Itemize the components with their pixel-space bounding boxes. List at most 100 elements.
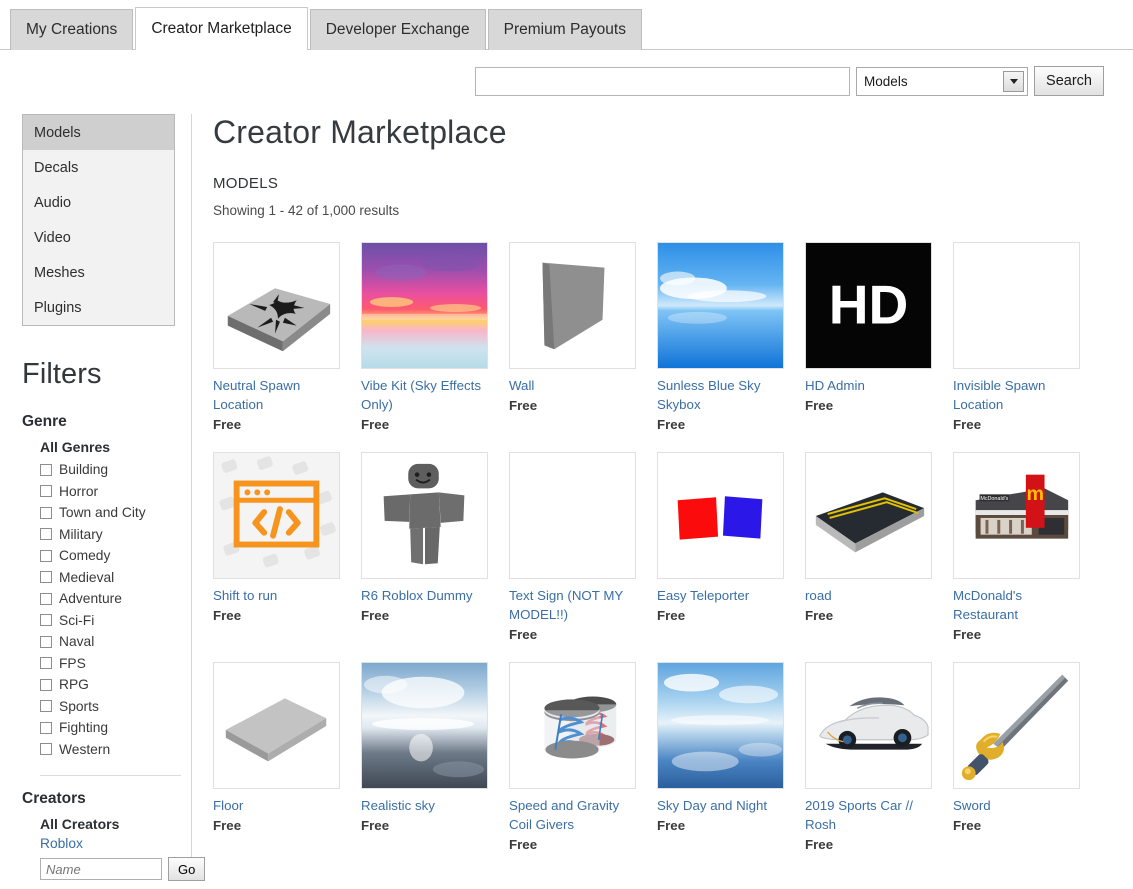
creator-link-roblox[interactable]: Roblox: [22, 836, 181, 851]
item-card[interactable]: Neutral Spawn Location Free: [213, 242, 361, 434]
item-card[interactable]: Shift to run Free: [213, 452, 361, 644]
road-thumb[interactable]: [805, 452, 932, 579]
item-card[interactable]: Vibe Kit (Sky Effects Only) Free: [361, 242, 509, 434]
checkbox-icon[interactable]: [40, 463, 52, 476]
dummy-thumb[interactable]: [361, 452, 488, 579]
spawn-location-thumb[interactable]: [213, 242, 340, 369]
genre-option-naval[interactable]: Naval: [40, 631, 181, 653]
item-title-link[interactable]: Realistic sky: [361, 796, 491, 815]
item-card[interactable]: Floor Free: [213, 662, 361, 854]
checkbox-icon[interactable]: [40, 635, 52, 648]
tab-creator-marketplace[interactable]: Creator Marketplace: [135, 7, 308, 50]
mcdonalds-thumb[interactable]: m McDonald's: [953, 452, 1080, 579]
chevron-down-icon[interactable]: [1003, 70, 1025, 92]
item-title-link[interactable]: road: [805, 586, 935, 605]
checkbox-icon[interactable]: [40, 700, 52, 713]
search-button[interactable]: Search: [1034, 66, 1104, 96]
genre-option-western[interactable]: Western: [40, 739, 181, 761]
realistic-sky-thumb[interactable]: [361, 662, 488, 789]
vibe-sky-thumb[interactable]: [361, 242, 488, 369]
all-genres-label[interactable]: All Genres: [22, 439, 181, 455]
floor-thumb[interactable]: [213, 662, 340, 789]
item-title-link[interactable]: Invisible Spawn Location: [953, 376, 1083, 414]
item-card[interactable]: Text Sign (NOT MY MODEL!!) Free: [509, 452, 657, 644]
checkbox-icon[interactable]: [40, 506, 52, 519]
item-title-link[interactable]: Floor: [213, 796, 343, 815]
checkbox-icon[interactable]: [40, 549, 52, 562]
creator-name-input[interactable]: [40, 858, 162, 880]
item-card[interactable]: Speed and Gravity Coil Givers Free: [509, 662, 657, 854]
item-card[interactable]: R6 Roblox Dummy Free: [361, 452, 509, 644]
item-title-link[interactable]: McDonald's Restaurant: [953, 586, 1083, 624]
item-title-link[interactable]: Sword: [953, 796, 1083, 815]
item-title-link[interactable]: Sunless Blue Sky Skybox: [657, 376, 787, 414]
genre-option-military[interactable]: Military: [40, 524, 181, 546]
tab-developer-exchange[interactable]: Developer Exchange: [309, 9, 486, 50]
genre-option-adventure[interactable]: Adventure: [40, 588, 181, 610]
item-title-link[interactable]: Sky Day and Night: [657, 796, 787, 815]
item-title-link[interactable]: Vibe Kit (Sky Effects Only): [361, 376, 491, 414]
item-title-link[interactable]: Wall: [509, 376, 639, 395]
item-title-link[interactable]: Shift to run: [213, 586, 343, 605]
wall-thumb[interactable]: [509, 242, 636, 369]
sidebar-item-plugins[interactable]: Plugins: [23, 290, 174, 325]
genre-option-fighting[interactable]: Fighting: [40, 717, 181, 739]
blank-thumb[interactable]: [509, 452, 636, 579]
sidebar-item-meshes[interactable]: Meshes: [23, 255, 174, 290]
checkbox-icon[interactable]: [40, 657, 52, 670]
search-category-select[interactable]: Models: [856, 66, 1029, 96]
item-card[interactable]: Invisible Spawn Location Free: [953, 242, 1101, 434]
sword-thumb[interactable]: [953, 662, 1080, 789]
genre-option-sports[interactable]: Sports: [40, 696, 181, 718]
sidebar-item-audio[interactable]: Audio: [23, 185, 174, 220]
blank-thumb[interactable]: [953, 242, 1080, 369]
genre-option-rpg[interactable]: RPG: [40, 674, 181, 696]
sports-car-thumb[interactable]: [805, 662, 932, 789]
item-card[interactable]: Wall Free: [509, 242, 657, 434]
item-card[interactable]: m McDonald's McDonald's Restaurant Free: [953, 452, 1101, 644]
sidebar-item-decals[interactable]: Decals: [23, 150, 174, 185]
checkbox-icon[interactable]: [40, 485, 52, 498]
genre-option-building[interactable]: Building: [40, 459, 181, 481]
item-card[interactable]: Realistic sky Free: [361, 662, 509, 854]
checkbox-icon[interactable]: [40, 614, 52, 627]
coil-givers-thumb[interactable]: [509, 662, 636, 789]
genre-option-fps[interactable]: FPS: [40, 653, 181, 675]
genre-option-sci-fi[interactable]: Sci-Fi: [40, 610, 181, 632]
checkbox-icon[interactable]: [40, 678, 52, 691]
item-card[interactable]: Sunless Blue Sky Skybox Free: [657, 242, 805, 434]
genre-option-medieval[interactable]: Medieval: [40, 567, 181, 589]
teleporter-thumb[interactable]: [657, 452, 784, 579]
day-night-sky-thumb[interactable]: [657, 662, 784, 789]
item-card[interactable]: road Free: [805, 452, 953, 644]
item-title-link[interactable]: HD Admin: [805, 376, 935, 395]
item-title-link[interactable]: Easy Teleporter: [657, 586, 787, 605]
search-input[interactable]: [475, 66, 851, 96]
script-window-thumb[interactable]: [213, 452, 340, 579]
genre-option-town-and-city[interactable]: Town and City: [40, 502, 181, 524]
blue-sky-thumb[interactable]: [657, 242, 784, 369]
checkbox-icon[interactable]: [40, 743, 52, 756]
item-card[interactable]: 2019 Sports Car // Rosh Free: [805, 662, 953, 854]
item-card[interactable]: Sky Day and Night Free: [657, 662, 805, 854]
item-title-link[interactable]: 2019 Sports Car // Rosh: [805, 796, 935, 834]
item-title-link[interactable]: R6 Roblox Dummy: [361, 586, 491, 605]
hd-admin-thumb[interactable]: HD: [805, 242, 932, 369]
checkbox-icon[interactable]: [40, 571, 52, 584]
all-creators-label[interactable]: All Creators: [22, 816, 181, 832]
item-title-link[interactable]: Text Sign (NOT MY MODEL!!): [509, 586, 639, 624]
tab-my-creations[interactable]: My Creations: [10, 9, 134, 50]
checkbox-icon[interactable]: [40, 592, 52, 605]
item-title-link[interactable]: Speed and Gravity Coil Givers: [509, 796, 639, 834]
item-card[interactable]: Sword Free: [953, 662, 1101, 854]
item-title-link[interactable]: Neutral Spawn Location: [213, 376, 343, 414]
item-card[interactable]: HD HD Admin Free: [805, 242, 953, 434]
genre-option-comedy[interactable]: Comedy: [40, 545, 181, 567]
checkbox-icon[interactable]: [40, 528, 52, 541]
checkbox-icon[interactable]: [40, 721, 52, 734]
sidebar-item-models[interactable]: Models: [23, 115, 174, 150]
item-card[interactable]: Easy Teleporter Free: [657, 452, 805, 644]
genre-option-horror[interactable]: Horror: [40, 481, 181, 503]
sidebar-item-video[interactable]: Video: [23, 220, 174, 255]
tab-premium-payouts[interactable]: Premium Payouts: [487, 9, 642, 50]
